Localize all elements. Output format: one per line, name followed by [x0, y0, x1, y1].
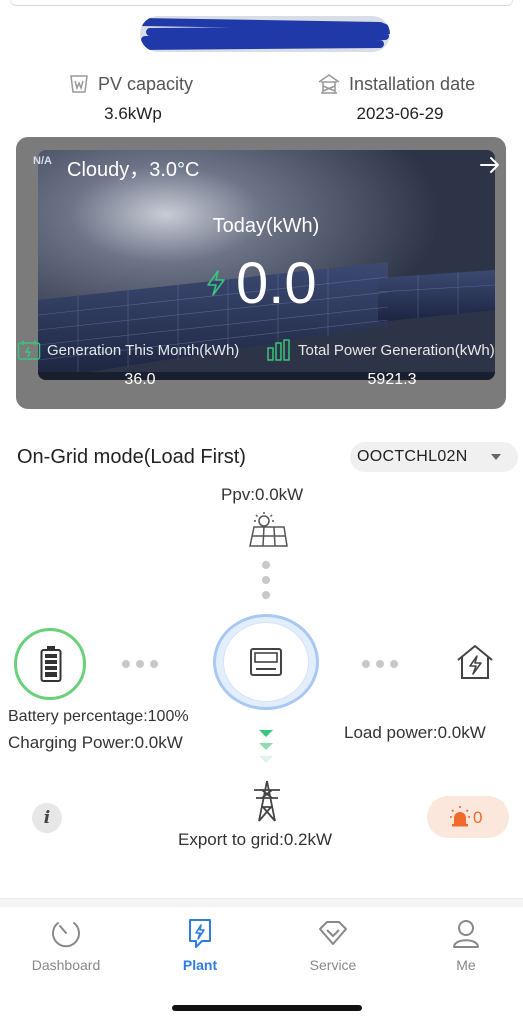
load-power: Load power:0.0kW — [344, 723, 486, 742]
plant-selector[interactable] — [140, 16, 390, 52]
battery-percentage: Battery percentage:100% — [8, 708, 189, 725]
battery-node[interactable] — [14, 628, 86, 700]
weather-condition: Cloudy，3.0°C — [67, 159, 200, 181]
tab-plant[interactable]: Plant — [145, 917, 255, 973]
top-card-edge — [10, 0, 513, 6]
installation-date-value: 2023-06-29 — [356, 104, 444, 123]
flow-dot — [262, 576, 270, 584]
tab-service[interactable]: Service — [278, 917, 388, 973]
total-generation-label: Total Power Generation(kWh) — [298, 342, 495, 359]
bar-chart-icon — [267, 339, 290, 361]
flow-arrow-down-icon — [259, 730, 273, 763]
total-generation-value: 5921.3 — [367, 371, 417, 388]
month-generation-value: 36.0 — [124, 371, 156, 388]
device-serial: OOCTCHL02N — [357, 448, 468, 465]
tab-plant-label: Plant — [182, 957, 218, 973]
pv-capacity-icon — [70, 75, 88, 93]
redaction-scribble — [140, 18, 390, 50]
flow-dot — [376, 660, 384, 668]
tab-service-label: Service — [309, 957, 357, 973]
lightning-icon — [207, 270, 225, 296]
export-to-grid: Export to grid:0.2kW — [178, 830, 333, 849]
calendar-icon — [17, 340, 41, 360]
flow-dot — [262, 591, 270, 599]
charging-power: Charging Power:0.0kW — [8, 733, 183, 752]
solar-panel-icon — [249, 512, 288, 547]
power-grid-icon[interactable] — [250, 780, 284, 822]
flow-dot — [136, 660, 144, 668]
caret-down-icon — [491, 454, 501, 460]
today-label: Today(kWh) — [212, 215, 320, 237]
flow-dot — [122, 660, 130, 668]
flow-dot — [150, 660, 158, 668]
flow-dot — [262, 561, 270, 569]
device-selector[interactable]: OOCTCHL02N — [350, 442, 518, 472]
gauge-icon — [52, 922, 80, 948]
person-icon — [453, 920, 479, 948]
flow-dot — [362, 660, 370, 668]
pv-capacity-value: 3.6kWp — [104, 104, 162, 123]
home-indicator — [172, 1005, 362, 1011]
tab-me-label: Me — [456, 957, 476, 973]
home-icon[interactable] — [455, 643, 495, 681]
arrow-right-icon[interactable] — [479, 155, 501, 175]
alarm-count: 0 — [473, 808, 483, 827]
tab-dashboard[interactable]: Dashboard — [11, 917, 121, 973]
plant-icon — [189, 919, 211, 948]
alarm-button[interactable]: 0 — [427, 796, 509, 838]
pv-capacity-label: PV capacity — [68, 73, 193, 95]
pv-power-label: Ppv:0.0kW — [221, 485, 304, 504]
grid-mode-title: On-Grid mode(Load First) — [17, 446, 246, 468]
flow-dot — [390, 660, 398, 668]
air-quality-label: N/A — [33, 155, 52, 167]
alarm-icon — [450, 806, 470, 827]
installation-date-label: Installation date — [317, 73, 475, 95]
inverter-icon — [250, 648, 282, 676]
tab-dashboard-label: Dashboard — [31, 957, 101, 973]
installation-date-icon — [318, 74, 340, 94]
today-value: 0.0 — [236, 251, 317, 316]
diamond-icon — [319, 921, 347, 945]
tab-me[interactable]: Me — [411, 917, 521, 973]
info-icon[interactable]: i — [32, 803, 62, 833]
month-generation-label: Generation This Month(kWh) — [47, 342, 240, 359]
inverter-node[interactable] — [216, 617, 316, 707]
battery-icon — [40, 646, 62, 682]
